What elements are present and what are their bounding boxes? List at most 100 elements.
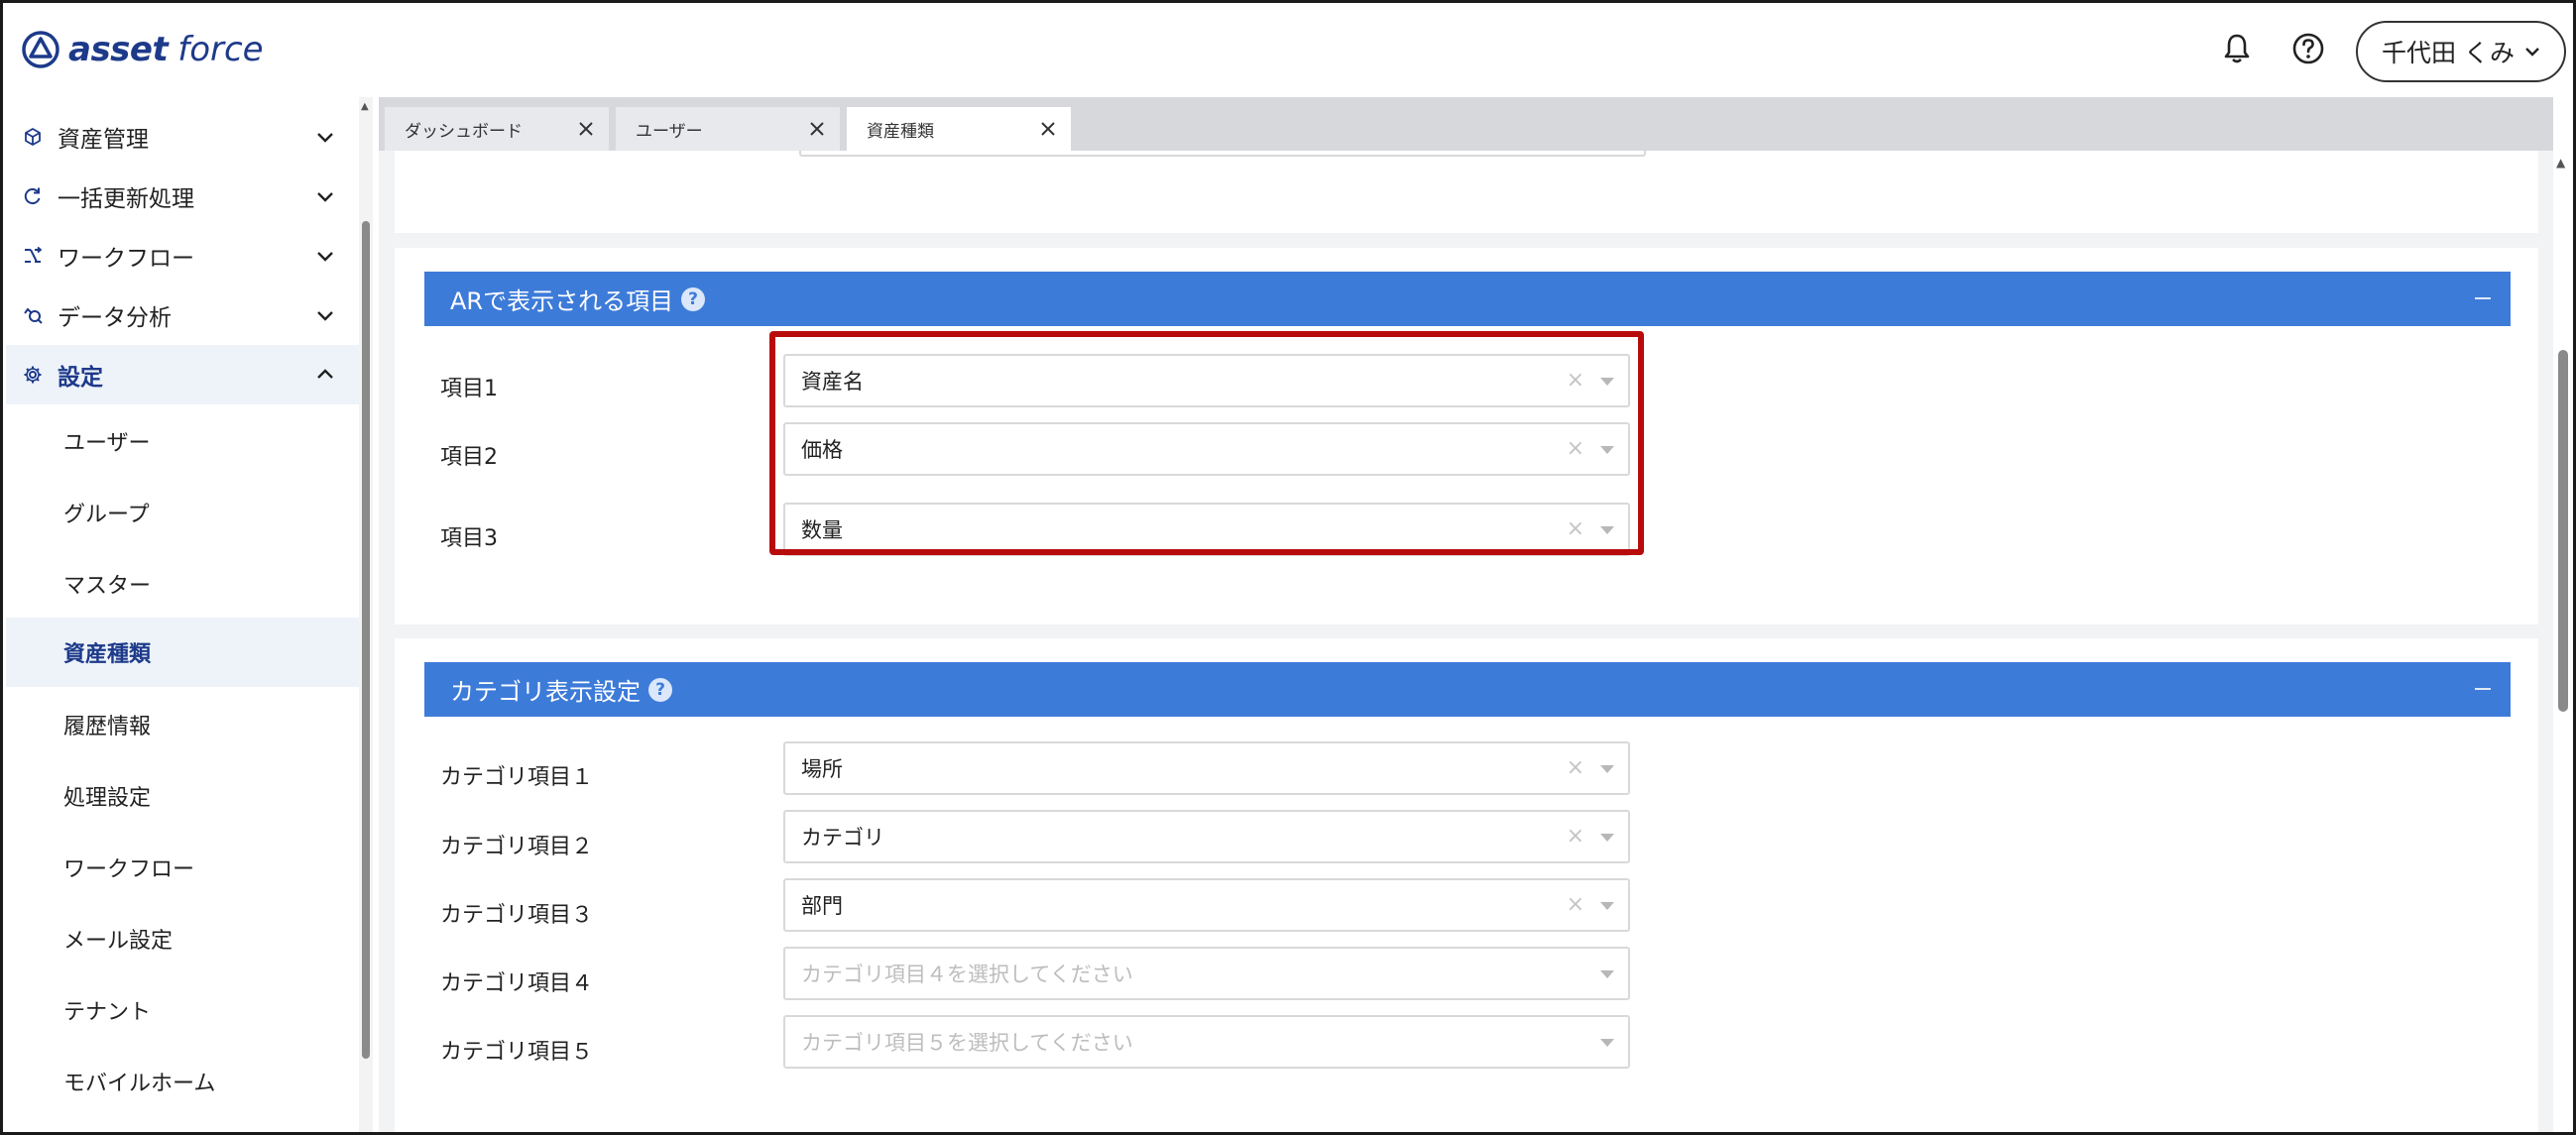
select-value: 場所 [801, 757, 843, 781]
caret-down-icon[interactable] [1600, 446, 1614, 454]
sidebar-subitem-users[interactable]: ユーザー [6, 406, 359, 476]
sidebar-subitem-master[interactable]: マスター [6, 549, 359, 619]
tab-dashboard[interactable]: ダッシュボード [385, 107, 609, 151]
main-scrollbar[interactable]: ▲ [2553, 152, 2573, 1132]
caret-down-icon[interactable] [1600, 834, 1614, 842]
category-field-3-select[interactable]: 部門 × [783, 878, 1630, 932]
sidebar-item-data-analysis[interactable]: データ分析 [6, 285, 359, 345]
clear-icon[interactable]: × [1567, 369, 1584, 393]
caret-down-icon[interactable] [1600, 378, 1614, 386]
sidebar-item-label: 一括更新処理 [58, 186, 194, 212]
sidebar-item-asset-management[interactable]: 資産管理 [6, 107, 359, 167]
user-menu-button[interactable]: 千代田 くみ [2356, 21, 2566, 82]
sidebar-subitem-label: マスター [63, 574, 152, 599]
logo-text-asset: asset [68, 30, 169, 69]
chevron-down-icon [317, 311, 333, 321]
close-icon[interactable] [1039, 120, 1057, 138]
sidebar-subitem-groups[interactable]: グループ [6, 478, 359, 547]
ar-field-1-select[interactable]: 資産名 × [783, 354, 1630, 407]
sidebar-item-bulk-update[interactable]: 一括更新処理 [6, 167, 359, 226]
sidebar-scrollbar-thumb[interactable] [362, 221, 370, 1059]
select-value: 部門 [801, 894, 843, 918]
sidebar-subitem-asset-types[interactable]: 資産種類 [6, 618, 359, 687]
main-scrollbar-thumb[interactable] [2558, 350, 2568, 712]
sidebar-subitem-mobile-home[interactable]: モバイルホーム [6, 1047, 359, 1116]
sidebar-item-settings[interactable]: 設定 [6, 345, 359, 404]
category-section-card: カテゴリ表示設定 ? カテゴリ項目１ 場所 × カテゴリ項目２ カテゴリ × カ… [395, 638, 2538, 1132]
chevron-down-icon [317, 252, 333, 262]
refresh-icon [22, 185, 44, 207]
category-field-4-label: カテゴリ項目４ [440, 971, 594, 996]
clear-icon[interactable]: × [1567, 756, 1584, 780]
sidebar-subitem-workflow[interactable]: ワークフロー [6, 833, 359, 902]
caret-down-icon[interactable] [1600, 526, 1614, 534]
tab-users[interactable]: ユーザー [616, 107, 840, 151]
category-field-4-select[interactable]: カテゴリ項目４を選択してください [783, 947, 1630, 1000]
select-value: 数量 [801, 518, 843, 542]
ar-field-3-label: 項目3 [440, 526, 498, 551]
clear-icon[interactable]: × [1567, 517, 1584, 541]
sidebar-subitem-label: ユーザー [63, 431, 151, 456]
sidebar-nav: 資産管理 一括更新処理 ワークフロー データ分析 設定 ユーザー グループ マス… [6, 97, 359, 1132]
tab-asset-types[interactable]: 資産種類 [847, 107, 1071, 151]
tab-label: ダッシュボード [405, 121, 523, 142]
help-circle-icon[interactable] [2289, 30, 2327, 67]
sidebar-subitem-tenant[interactable]: テナント [6, 975, 359, 1045]
select-placeholder: カテゴリ項目４を選択してください [801, 963, 1133, 986]
close-icon[interactable] [808, 120, 826, 138]
top-header: asset force 千代田 くみ [3, 3, 2573, 97]
caret-down-icon[interactable] [1600, 765, 1614, 773]
collapse-icon[interactable] [2475, 297, 2491, 299]
ar-field-2-select[interactable]: 価格 × [783, 422, 1630, 476]
select-value: カテゴリ [801, 826, 884, 850]
chevron-up-icon [317, 369, 333, 379]
sidebar-subitem-history[interactable]: 履歴情報 [6, 690, 359, 759]
select-placeholder: カテゴリ項目５を選択してください [801, 1031, 1133, 1055]
main-content: ダッシュボード ユーザー 資産種類 ARで表示される項目 ? 項目1 資産名 ×… [379, 97, 2553, 1132]
gear-icon [22, 364, 44, 386]
caret-down-icon[interactable] [1600, 1039, 1614, 1047]
category-field-3-label: カテゴリ項目３ [440, 903, 594, 928]
sidebar-subitem-label: メール設定 [63, 929, 174, 954]
scroll-up-arrow-icon[interactable]: ▲ [2556, 156, 2565, 170]
caret-down-icon[interactable] [1600, 970, 1614, 978]
close-icon[interactable] [577, 120, 595, 138]
ar-section-header: ARで表示される項目 ? [424, 272, 2511, 326]
select-field-partial[interactable] [799, 151, 1646, 157]
bell-icon[interactable] [2218, 30, 2256, 67]
sidebar-subitem-label: 資産種類 [63, 642, 152, 667]
chevron-down-icon [2525, 48, 2539, 57]
category-field-5-select[interactable]: カテゴリ項目５を選択してください [783, 1015, 1630, 1069]
sidebar-item-workflow[interactable]: ワークフロー [6, 226, 359, 285]
sidebar-subitem-mail-settings[interactable]: メール設定 [6, 904, 359, 973]
sidebar-scrollbar[interactable]: ▲ [359, 97, 373, 1132]
question-icon[interactable]: ? [648, 677, 672, 702]
previous-section-card [395, 151, 2538, 233]
tab-bar: ダッシュボード ユーザー 資産種類 [379, 97, 2553, 151]
sidebar-subitem-processing-settings[interactable]: 処理設定 [6, 761, 359, 831]
app-window: asset force 千代田 くみ 資産管理 一括更新処理 ワークフロー デー… [0, 0, 2576, 1135]
category-field-1-select[interactable]: 場所 × [783, 741, 1630, 795]
select-value: 価格 [801, 438, 843, 462]
category-field-2-label: カテゴリ項目２ [440, 835, 594, 859]
sidebar-subitem-label: テナント [63, 1000, 152, 1025]
clear-icon[interactable]: × [1567, 437, 1584, 461]
analytics-icon [22, 304, 44, 326]
category-section-title: カテゴリ表示設定 [450, 678, 641, 706]
tab-label: ユーザー [636, 121, 703, 142]
sidebar-subitem-label: グループ [63, 503, 150, 527]
clear-icon[interactable]: × [1567, 825, 1584, 849]
ar-section-card: ARで表示される項目 ? 項目1 資産名 × 項目2 価格 × 項目3 数量 × [395, 248, 2538, 624]
question-icon[interactable]: ? [681, 286, 706, 311]
collapse-icon[interactable] [2475, 688, 2491, 690]
ar-field-2-label: 項目2 [440, 445, 498, 470]
sidebar-item-label: ワークフロー [58, 246, 194, 272]
workflow-icon [22, 245, 44, 267]
chevron-down-icon [317, 133, 333, 143]
caret-down-icon[interactable] [1600, 902, 1614, 910]
scroll-up-arrow-icon[interactable]: ▲ [361, 101, 369, 112]
ar-field-3-select[interactable]: 数量 × [783, 503, 1630, 556]
category-field-2-select[interactable]: カテゴリ × [783, 810, 1630, 863]
app-logo[interactable]: asset force [21, 25, 264, 74]
clear-icon[interactable]: × [1567, 893, 1584, 917]
